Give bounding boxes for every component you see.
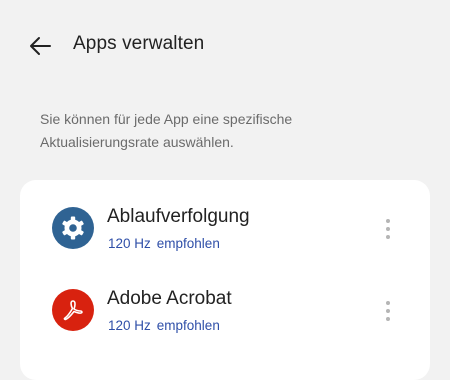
gear-icon bbox=[52, 207, 94, 249]
description-text: Sie können für jede App eine spezifische… bbox=[40, 111, 293, 150]
more-options-button[interactable] bbox=[378, 298, 398, 324]
arrow-left-icon bbox=[30, 37, 51, 55]
recommended-label: empfohlen bbox=[156, 318, 220, 333]
top-app-bar: Apps verwalten bbox=[0, 0, 450, 92]
back-button[interactable] bbox=[22, 30, 58, 62]
refresh-rate-info: 120 Hz empfohlen bbox=[108, 236, 220, 251]
refresh-rate-value: 120 Hz bbox=[108, 236, 151, 251]
app-name: Adobe Acrobat bbox=[107, 288, 232, 309]
page-title: Apps verwalten bbox=[73, 33, 205, 54]
refresh-rate-value: 120 Hz bbox=[108, 318, 151, 333]
list-item-adobe-acrobat[interactable]: Adobe Acrobat 120 Hz empfohlen bbox=[20, 282, 430, 352]
app-list-card: Ablaufverfolgung 120 Hz empfohlen Adobe A… bbox=[20, 180, 430, 380]
adobe-acrobat-icon bbox=[52, 289, 94, 331]
more-vertical-icon bbox=[386, 301, 390, 321]
recommended-label: empfohlen bbox=[156, 236, 220, 251]
app-name: Ablaufverfolgung bbox=[107, 206, 250, 227]
refresh-rate-info: 120 Hz empfohlen bbox=[108, 318, 220, 333]
more-vertical-icon bbox=[386, 219, 390, 239]
more-options-button[interactable] bbox=[378, 216, 398, 242]
list-item-ablaufverfolgung[interactable]: Ablaufverfolgung 120 Hz empfohlen bbox=[20, 200, 430, 270]
